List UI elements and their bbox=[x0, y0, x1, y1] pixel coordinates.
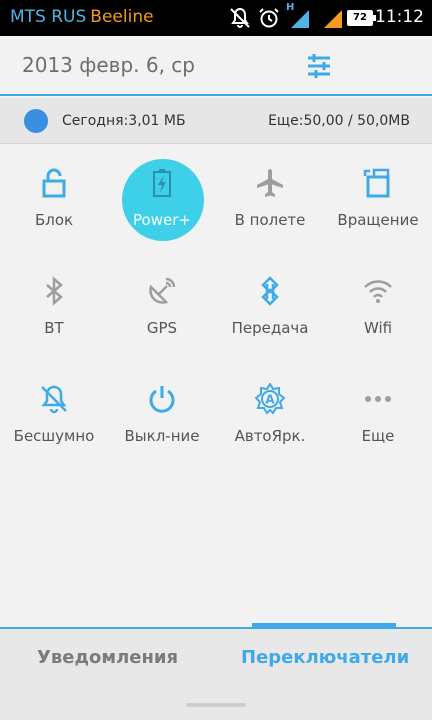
svg-text:A: A bbox=[265, 393, 275, 407]
auto-brightness-icon: A bbox=[254, 383, 286, 415]
battery-level: 72 bbox=[353, 12, 367, 23]
signal-h-icon bbox=[291, 10, 309, 28]
more-icon bbox=[365, 396, 391, 402]
toggle-label: Передача bbox=[231, 319, 309, 337]
wifi-icon bbox=[364, 280, 392, 303]
silent-icon bbox=[41, 385, 67, 414]
toggle-label: Power+ bbox=[133, 211, 191, 229]
quick-toggles-grid: Блок Power+ В полете Вращение BT GPS Пер… bbox=[0, 145, 432, 627]
toggle-power-plus[interactable]: Power+ bbox=[108, 145, 216, 245]
toggle-more[interactable]: Еще bbox=[324, 361, 432, 461]
date-label: 2013 февр. 6, ср bbox=[22, 53, 195, 77]
data-usage-today: Сегодня:3,01 МБ bbox=[62, 113, 186, 129]
carrier-primary: MTS RUS bbox=[10, 7, 87, 27]
power-icon bbox=[149, 386, 175, 413]
toggle-label: Вращение bbox=[337, 211, 419, 229]
data-transfer-icon bbox=[261, 276, 279, 306]
toggle-label: АвтоЯрк. bbox=[234, 427, 306, 445]
data-usage-indicator-icon bbox=[24, 109, 48, 133]
toggle-label: В полете bbox=[234, 211, 306, 229]
tab-notifications[interactable]: Уведомления bbox=[37, 647, 178, 668]
toggle-label: Выкл-ние bbox=[124, 427, 200, 445]
settings-sliders-icon[interactable] bbox=[303, 50, 335, 82]
drag-handle[interactable] bbox=[186, 703, 246, 707]
gps-icon bbox=[149, 277, 176, 304]
toggle-data-transfer[interactable]: Передача bbox=[216, 253, 324, 353]
toggle-label: Блок bbox=[34, 211, 74, 229]
toggle-bluetooth[interactable]: BT bbox=[0, 253, 108, 353]
status-bar: MTS RUS Beeline H 72 11:12 bbox=[0, 0, 432, 36]
toggle-label: GPS bbox=[146, 319, 178, 337]
mute-icon bbox=[230, 7, 250, 28]
data-usage-bar[interactable]: Сегодня:3,01 МБ Еще:50,00 / 50,0MB bbox=[0, 98, 432, 144]
battery-saver-icon bbox=[153, 169, 171, 197]
data-usage-remaining: Еще:50,00 / 50,0MB bbox=[268, 113, 410, 129]
toggle-label: Еще bbox=[361, 427, 395, 445]
selected-tab-indicator bbox=[252, 623, 396, 627]
clock: 11:12 bbox=[375, 7, 424, 27]
toggle-label: BT bbox=[44, 319, 64, 337]
lock-icon bbox=[42, 168, 66, 198]
carrier-label: MTS RUS Beeline bbox=[10, 7, 154, 27]
battery-icon: 72 bbox=[347, 10, 376, 26]
toggle-auto-brightness[interactable]: A АвтоЯрк. bbox=[216, 361, 324, 461]
toggle-airplane[interactable]: В полете bbox=[216, 145, 324, 245]
toggle-power-off[interactable]: Выкл-ние bbox=[108, 361, 216, 461]
toggle-rotation[interactable]: Вращение bbox=[324, 145, 432, 245]
signal-icon bbox=[324, 10, 342, 28]
tab-switches[interactable]: Переключатели bbox=[241, 647, 409, 668]
toggle-wifi[interactable]: Wifi bbox=[324, 253, 432, 353]
toggle-silent[interactable]: Бесшумно bbox=[0, 361, 108, 461]
toggle-gps[interactable]: GPS bbox=[108, 253, 216, 353]
rotation-icon bbox=[363, 168, 390, 198]
bottom-tabs: Уведомления Переключатели bbox=[0, 623, 432, 720]
airplane-icon bbox=[257, 169, 283, 197]
toggle-label: Wifi bbox=[363, 319, 393, 337]
toggle-label: Бесшумно bbox=[13, 427, 95, 445]
carrier-secondary: Beeline bbox=[90, 7, 154, 27]
toggle-lock[interactable]: Блок bbox=[0, 145, 108, 245]
date-header: 2013 февр. 6, ср bbox=[0, 36, 432, 96]
alarm-icon bbox=[259, 8, 279, 28]
bluetooth-icon bbox=[46, 276, 63, 306]
